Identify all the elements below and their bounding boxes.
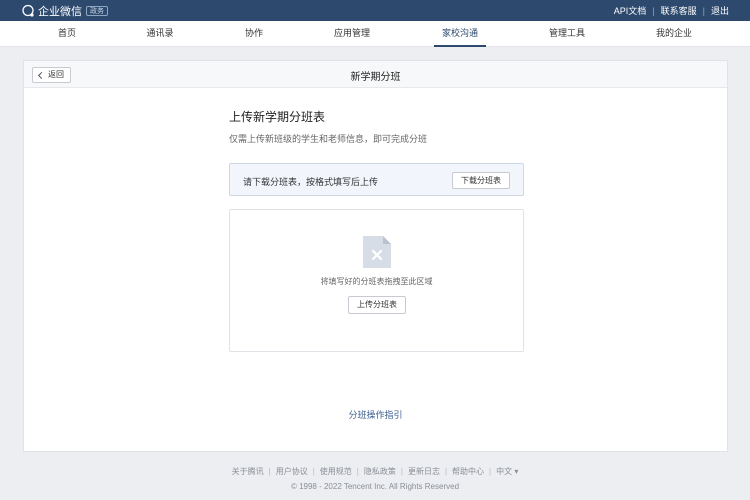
divider: | — [400, 467, 403, 476]
divider: | — [268, 467, 271, 476]
main-nav: 首页 通讯录 协作 应用管理 家校沟通 管理工具 我的企业 — [0, 21, 750, 47]
download-notice: 请下载分班表，按格式填写后上传 下载分班表 — [229, 163, 524, 196]
nav-item-home-school[interactable]: 家校沟通 — [433, 21, 487, 47]
main-panel: 返回 新学期分班 上传新学期分班表 仅需上传新班级的学生和老师信息，即可完成分班… — [23, 60, 728, 452]
notice-text: 请下载分班表，按格式填写后上传 — [243, 177, 379, 187]
top-links: API文档 | 联系客服 | 退出 — [614, 4, 729, 17]
top-bar: 企业微信 政务 API文档 | 联系客服 | 退出 — [0, 0, 750, 21]
drop-hint: 将填写好的分班表拖拽至此区域 — [320, 277, 433, 286]
footer-link-terms[interactable]: 用户协议 — [276, 467, 308, 476]
footer-link-help[interactable]: 帮助中心 — [452, 467, 484, 476]
divider: | — [444, 467, 448, 476]
nav-item-management-tools[interactable]: 管理工具 — [541, 21, 593, 47]
upload-intro: 上传新学期分班表 仅需上传新班级的学生和老师信息，即可完成分班 — [229, 108, 524, 145]
file-icon — [363, 236, 391, 268]
guide-link[interactable]: 分班操作指引 — [24, 408, 727, 421]
nav-item-contacts[interactable]: 通讯录 — [138, 21, 181, 47]
brand-badge: 政务 — [86, 6, 108, 16]
logout-link[interactable]: 退出 — [711, 4, 729, 17]
page-title: 新学期分班 — [350, 72, 401, 83]
divider: | — [652, 5, 655, 16]
nav-item-collaboration[interactable]: 协作 — [237, 21, 271, 47]
copyright: © 1998 - 2022 Tencent Inc. All Rights Re… — [290, 482, 460, 491]
brand[interactable]: 企业微信 政务 — [21, 3, 108, 19]
footer: 关于腾讯 | 用户协议 | 使用规范 | 隐私政策 | 更新日志 | 帮助中心 | 中文 ▾ © 199… — [0, 466, 750, 491]
brand-name: 企业微信 — [38, 6, 82, 18]
divider: | — [489, 467, 492, 476]
nav-item-my-enterprise[interactable]: 我的企业 — [648, 21, 700, 47]
api-docs-link[interactable]: API文档 — [614, 4, 647, 17]
nav-item-app-management[interactable]: 应用管理 — [326, 21, 378, 47]
upload-button[interactable]: 上传分班表 — [348, 296, 406, 314]
section-heading: 上传新学期分班表 — [229, 110, 326, 124]
footer-links: 关于腾讯 | 用户协议 | 使用规范 | 隐私政策 | 更新日志 | 帮助中心 | 中文 ▾ — [0, 466, 750, 477]
footer-link-about[interactable]: 关于腾讯 — [232, 467, 264, 476]
footer-link-changelog[interactable]: 更新日志 — [408, 467, 440, 476]
nav-item-home[interactable]: 首页 — [50, 21, 84, 47]
contact-support-link[interactable]: 联系客服 — [661, 4, 697, 17]
divider: | — [356, 467, 359, 476]
panel-header: 返回 新学期分班 — [24, 61, 727, 88]
language-selector[interactable]: 中文 ▾ — [496, 467, 518, 476]
divider: | — [702, 5, 705, 16]
divider: | — [312, 467, 315, 476]
section-subheading: 仅需上传新班级的学生和老师信息，即可完成分班 — [229, 134, 428, 144]
footer-link-rules[interactable]: 使用规范 — [320, 467, 352, 476]
wework-logo-icon — [22, 4, 34, 17]
footer-link-privacy[interactable]: 隐私政策 — [364, 467, 396, 476]
download-template-button[interactable]: 下载分班表 — [452, 172, 510, 189]
file-drop-zone[interactable]: 将填写好的分班表拖拽至此区域 上传分班表 — [229, 209, 524, 352]
